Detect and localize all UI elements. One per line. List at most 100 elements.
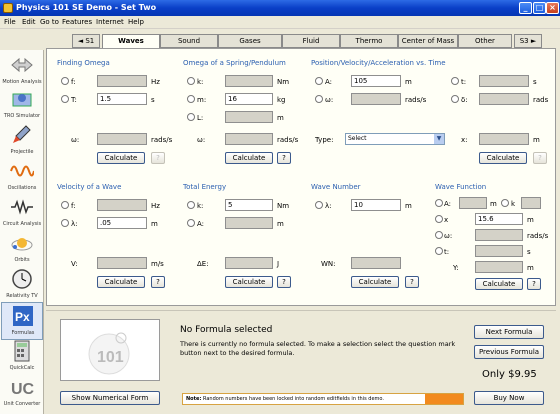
- radio-m[interactable]: [187, 95, 195, 103]
- radio-t[interactable]: [435, 247, 443, 255]
- input-delta[interactable]: [479, 93, 529, 105]
- next-formula-button[interactable]: Next Formula: [474, 325, 544, 339]
- input-k[interactable]: [521, 197, 541, 209]
- input-t[interactable]: [479, 75, 529, 87]
- radio-x[interactable]: [435, 215, 443, 223]
- help-button[interactable]: ?: [151, 276, 165, 288]
- show-numerical-form-button[interactable]: Show Numerical Form: [60, 391, 160, 405]
- type-select[interactable]: Select ▼: [345, 133, 445, 145]
- input-a[interactable]: 105: [351, 75, 401, 87]
- tab-sound[interactable]: Sound: [160, 34, 218, 48]
- menu-internet[interactable]: Internet: [96, 18, 124, 26]
- unit-omega: rads/s: [151, 136, 173, 144]
- help-button[interactable]: ?: [533, 152, 547, 164]
- output-y: [475, 261, 523, 273]
- radio-f[interactable]: [61, 77, 69, 85]
- input-m[interactable]: 16: [225, 93, 273, 105]
- panel-title: Total Energy: [183, 183, 227, 191]
- input-f[interactable]: [97, 199, 147, 211]
- radio-a[interactable]: [435, 199, 443, 207]
- tab-gases[interactable]: Gases: [218, 34, 282, 48]
- sidebar-item-unit-converter[interactable]: UC Unit Converter: [1, 374, 43, 412]
- type-select-value: Select: [348, 135, 367, 142]
- calculate-button[interactable]: Calculate: [97, 152, 145, 164]
- calculate-button[interactable]: Calculate: [97, 276, 145, 288]
- radio-t[interactable]: [451, 77, 459, 85]
- buy-now-button[interactable]: Buy Now: [474, 391, 544, 405]
- input-l[interactable]: [225, 111, 273, 123]
- tab-next-set[interactable]: S3 ►: [514, 34, 542, 48]
- menu-help[interactable]: Help: [128, 18, 144, 26]
- input-f[interactable]: [97, 75, 147, 87]
- sidebar-item-projectile[interactable]: Projectile: [1, 122, 43, 160]
- menu-goto[interactable]: Go to: [40, 18, 59, 26]
- tab-center-of-mass[interactable]: Center of Mass: [398, 34, 458, 48]
- unit-k: Nm: [277, 78, 290, 86]
- input-k[interactable]: [225, 75, 273, 87]
- radio-f[interactable]: [61, 201, 69, 209]
- output-omega: [225, 133, 273, 145]
- sidebar-item-relativity[interactable]: Relativity TV: [1, 266, 43, 304]
- sidebar-item-formulas[interactable]: Px Formulas: [1, 302, 43, 340]
- label-t: T:: [71, 96, 77, 104]
- uc-icon: UC: [11, 381, 34, 398]
- sidebar-item-circuit-analysis[interactable]: Circuit Analysis: [1, 194, 43, 232]
- tab-waves[interactable]: Waves: [102, 34, 160, 48]
- calculate-button[interactable]: Calculate: [479, 152, 527, 164]
- sidebar-item-tro-simulator[interactable]: TRO Simulator: [1, 86, 43, 124]
- input-omega[interactable]: [475, 229, 523, 241]
- help-button[interactable]: ?: [277, 276, 291, 288]
- input-t[interactable]: 1.5: [97, 93, 147, 105]
- help-button[interactable]: ?: [277, 152, 291, 164]
- menu-edit[interactable]: Edit: [22, 18, 36, 26]
- radio-a[interactable]: [187, 219, 195, 227]
- radio-t[interactable]: [61, 95, 69, 103]
- radio-k[interactable]: [501, 199, 509, 207]
- tab-thermo[interactable]: Thermo: [340, 34, 398, 48]
- tab-fluid[interactable]: Fluid: [282, 34, 340, 48]
- input-k[interactable]: 5: [225, 199, 273, 211]
- radio-omega[interactable]: [435, 231, 443, 239]
- input-omega[interactable]: [351, 93, 401, 105]
- calculate-button[interactable]: Calculate: [475, 278, 523, 290]
- label-f: f:: [71, 202, 76, 210]
- help-button[interactable]: ?: [151, 152, 165, 164]
- output-x: [479, 133, 529, 145]
- svg-text:101: 101: [97, 349, 124, 366]
- help-button[interactable]: ?: [405, 276, 419, 288]
- tab-prev-set[interactable]: ◄ S1: [72, 34, 100, 48]
- wave-icon: [10, 165, 34, 177]
- unit-v: m/s: [151, 260, 164, 268]
- sidebar-item-quickcalc[interactable]: QuickCalc: [1, 338, 43, 376]
- radio-a[interactable]: [315, 77, 323, 85]
- unit-omega: rads/s: [277, 136, 299, 144]
- radio-k[interactable]: [187, 77, 195, 85]
- radio-delta[interactable]: [451, 95, 459, 103]
- calculate-button[interactable]: Calculate: [351, 276, 399, 288]
- menu-features[interactable]: Features: [62, 18, 92, 26]
- minimize-button[interactable]: _: [519, 2, 532, 14]
- input-a[interactable]: [459, 197, 487, 209]
- sidebar-item-orbits[interactable]: Orbits: [1, 230, 43, 268]
- menu-file[interactable]: File: [4, 18, 16, 26]
- clock-icon: [12, 269, 32, 289]
- input-x[interactable]: 15.6: [475, 213, 523, 225]
- previous-formula-button[interactable]: Previous Formula: [474, 345, 544, 359]
- input-lambda[interactable]: .05: [97, 217, 147, 229]
- input-lambda[interactable]: 10: [351, 199, 401, 211]
- radio-k[interactable]: [187, 201, 195, 209]
- sidebar-item-oscillations[interactable]: Oscillations: [1, 158, 43, 196]
- radio-lambda[interactable]: [61, 219, 69, 227]
- close-button[interactable]: ×: [546, 2, 559, 14]
- radio-omega[interactable]: [315, 95, 323, 103]
- radio-lambda[interactable]: [315, 201, 323, 209]
- input-a[interactable]: [225, 217, 273, 229]
- sidebar-item-motion-analysis[interactable]: Motion Analysis: [1, 52, 43, 90]
- input-t[interactable]: [475, 245, 523, 257]
- radio-l[interactable]: [187, 113, 195, 121]
- calculate-button[interactable]: Calculate: [225, 276, 273, 288]
- calculate-button[interactable]: Calculate: [225, 152, 273, 164]
- help-button[interactable]: ?: [527, 278, 541, 290]
- tab-other[interactable]: Other: [458, 34, 512, 48]
- maximize-button[interactable]: □: [533, 2, 546, 14]
